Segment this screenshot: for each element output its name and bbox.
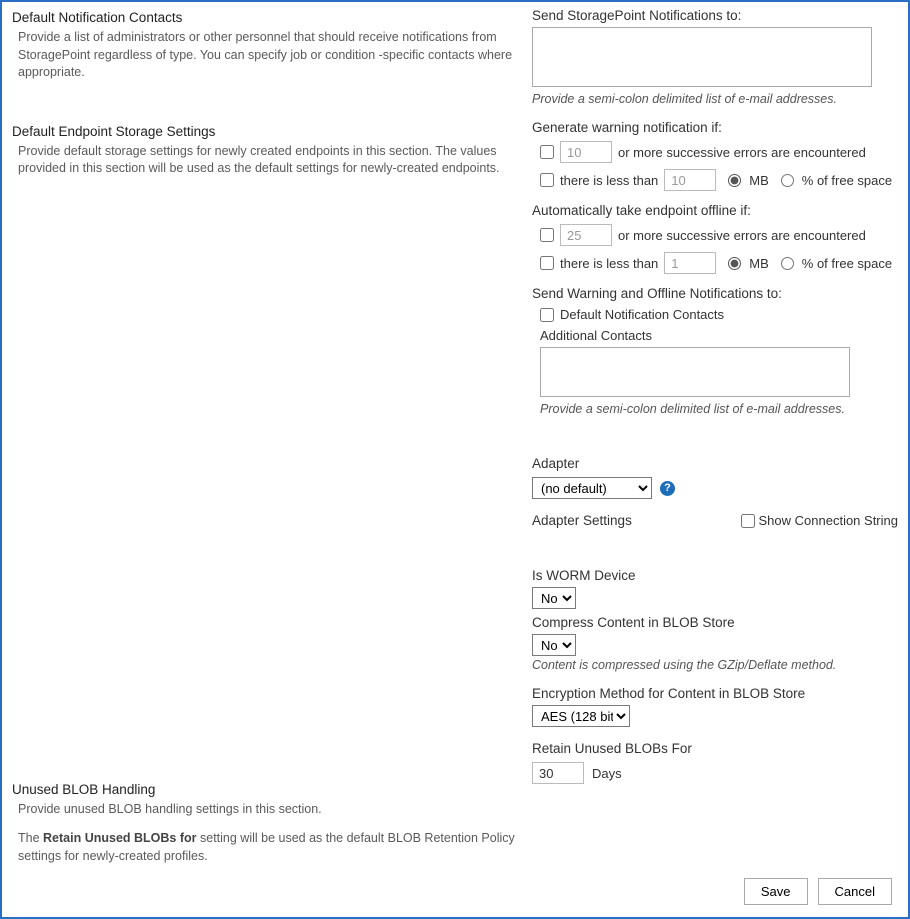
email-hint-2: Provide a semi-colon delimited list of e… <box>540 402 898 416</box>
auto-offline-label: Automatically take endpoint offline if: <box>532 203 898 218</box>
warn-space-input[interactable] <box>664 169 716 191</box>
notification-contacts-desc: Provide a list of administrators or othe… <box>12 29 518 82</box>
right-column: Send StoragePoint Notifications to: Prov… <box>532 8 898 877</box>
show-connection-string-label: Show Connection String <box>759 513 898 528</box>
warn-errors-tail: or more successive errors are encountere… <box>618 145 866 160</box>
offline-mb-label: MB <box>749 256 769 271</box>
default-contacts-label: Default Notification Contacts <box>560 307 724 322</box>
settings-panel: Default Notification Contacts Provide a … <box>0 0 910 919</box>
show-connection-string-checkbox[interactable] <box>741 514 755 528</box>
retain-label: Retain Unused BLOBs For <box>532 741 898 756</box>
encryption-select[interactable]: AES (128 bit) <box>532 705 630 727</box>
adapter-label: Adapter <box>532 456 898 471</box>
retain-unit-label: Days <box>592 766 622 781</box>
offline-pct-label: % of free space <box>802 256 892 271</box>
send-warning-offline-label: Send Warning and Offline Notifications t… <box>532 286 898 301</box>
notification-contacts-title: Default Notification Contacts <box>12 8 518 25</box>
offline-space-checkbox[interactable] <box>540 256 554 270</box>
adapter-select[interactable]: (no default) <box>532 477 652 499</box>
offline-mb-radio[interactable] <box>728 257 741 270</box>
compress-select[interactable]: No <box>532 634 576 656</box>
offline-space-input[interactable] <box>664 252 716 274</box>
offline-errors-tail: or more successive errors are encountere… <box>618 228 866 243</box>
endpoint-storage-title: Default Endpoint Storage Settings <box>12 122 518 139</box>
unused-blob-desc2: The Retain Unused BLOBs for setting will… <box>12 830 518 865</box>
generate-warning-label: Generate warning notification if: <box>532 120 898 135</box>
warn-mb-label: MB <box>749 173 769 188</box>
compress-hint: Content is compressed using the GZip/Def… <box>532 658 898 672</box>
send-notifications-label: Send StoragePoint Notifications to: <box>532 8 898 23</box>
warn-space-pct-radio[interactable] <box>781 174 794 187</box>
footer-buttons: Save Cancel <box>744 878 892 905</box>
warn-pct-label: % of free space <box>802 173 892 188</box>
blob-desc2-bold: Retain Unused BLOBs for <box>43 831 197 845</box>
worm-label: Is WORM Device <box>532 568 898 583</box>
notifications-to-textarea[interactable] <box>532 27 872 87</box>
blob-desc2-pre: The <box>18 831 43 845</box>
encryption-label: Encryption Method for Content in BLOB St… <box>532 686 898 701</box>
offline-errors-checkbox[interactable] <box>540 228 554 242</box>
warn-errors-input[interactable] <box>560 141 612 163</box>
save-button[interactable]: Save <box>744 878 808 905</box>
offline-less-than: there is less than <box>560 256 658 271</box>
warn-errors-checkbox[interactable] <box>540 145 554 159</box>
warn-space-checkbox[interactable] <box>540 173 554 187</box>
email-hint-1: Provide a semi-colon delimited list of e… <box>532 92 898 106</box>
warn-space-less-than: there is less than <box>560 173 658 188</box>
compress-label: Compress Content in BLOB Store <box>532 615 898 630</box>
offline-pct-radio[interactable] <box>781 257 794 270</box>
left-column: Default Notification Contacts Provide a … <box>12 8 522 877</box>
offline-errors-input[interactable] <box>560 224 612 246</box>
additional-contacts-textarea[interactable] <box>540 347 850 397</box>
unused-blob-title: Unused BLOB Handling <box>12 780 518 797</box>
unused-blob-desc1: Provide unused BLOB handling settings in… <box>12 801 518 819</box>
warn-space-mb-radio[interactable] <box>728 174 741 187</box>
retain-days-input[interactable] <box>532 762 584 784</box>
cancel-button[interactable]: Cancel <box>818 878 892 905</box>
adapter-settings-label: Adapter Settings <box>532 513 632 528</box>
endpoint-storage-desc: Provide default storage settings for new… <box>12 143 518 178</box>
additional-contacts-label: Additional Contacts <box>532 328 898 343</box>
help-icon[interactable]: ? <box>660 481 675 496</box>
default-contacts-checkbox[interactable] <box>540 308 554 322</box>
worm-select[interactable]: No <box>532 587 576 609</box>
